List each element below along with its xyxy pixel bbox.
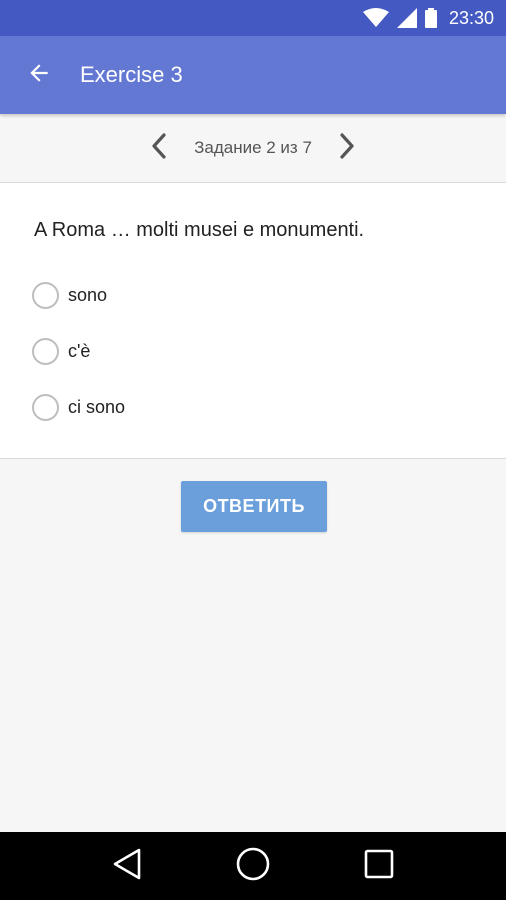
chevron-left-icon <box>150 132 168 164</box>
option-label: ci sono <box>68 396 126 417</box>
previous-task-button[interactable] <box>142 128 176 168</box>
triangle-back-icon <box>111 847 143 886</box>
answer-option[interactable]: ci sono <box>32 391 125 423</box>
answer-button[interactable]: ОТВЕТИТЬ <box>181 481 327 532</box>
question-card: A Roma … molti musei e monumenti. sono c… <box>0 183 506 459</box>
page-title: Exercise 3 <box>80 62 183 87</box>
answer-option[interactable]: sono <box>32 279 107 311</box>
signal-icon <box>396 8 417 28</box>
radio-button[interactable] <box>32 393 59 421</box>
nav-back-button[interactable] <box>97 836 157 896</box>
system-navigation-bar <box>0 832 506 900</box>
task-pager: Задание 2 из 7 <box>0 114 506 183</box>
radio-button[interactable] <box>32 337 59 365</box>
wifi-icon <box>362 8 389 28</box>
option-label: c'è <box>68 340 91 361</box>
battery-icon <box>424 8 437 28</box>
circle-home-icon <box>235 846 271 887</box>
chevron-right-icon <box>338 132 356 164</box>
option-label: sono <box>68 284 108 305</box>
nav-home-button[interactable] <box>223 836 283 896</box>
square-recents-icon <box>363 848 395 885</box>
status-bar: 23:30 <box>0 0 506 36</box>
question-text: A Roma … molti musei e monumenti. <box>34 219 365 241</box>
arrow-left-icon <box>26 60 52 91</box>
status-time: 23:30 <box>448 7 494 28</box>
radio-button[interactable] <box>32 281 59 309</box>
task-counter: Задание 2 из 7 <box>194 138 312 157</box>
back-button[interactable] <box>0 36 78 114</box>
next-task-button[interactable] <box>330 128 364 168</box>
nav-recents-button[interactable] <box>349 836 409 896</box>
answer-option[interactable]: c'è <box>32 335 90 367</box>
app-bar: Exercise 3 <box>0 36 506 114</box>
